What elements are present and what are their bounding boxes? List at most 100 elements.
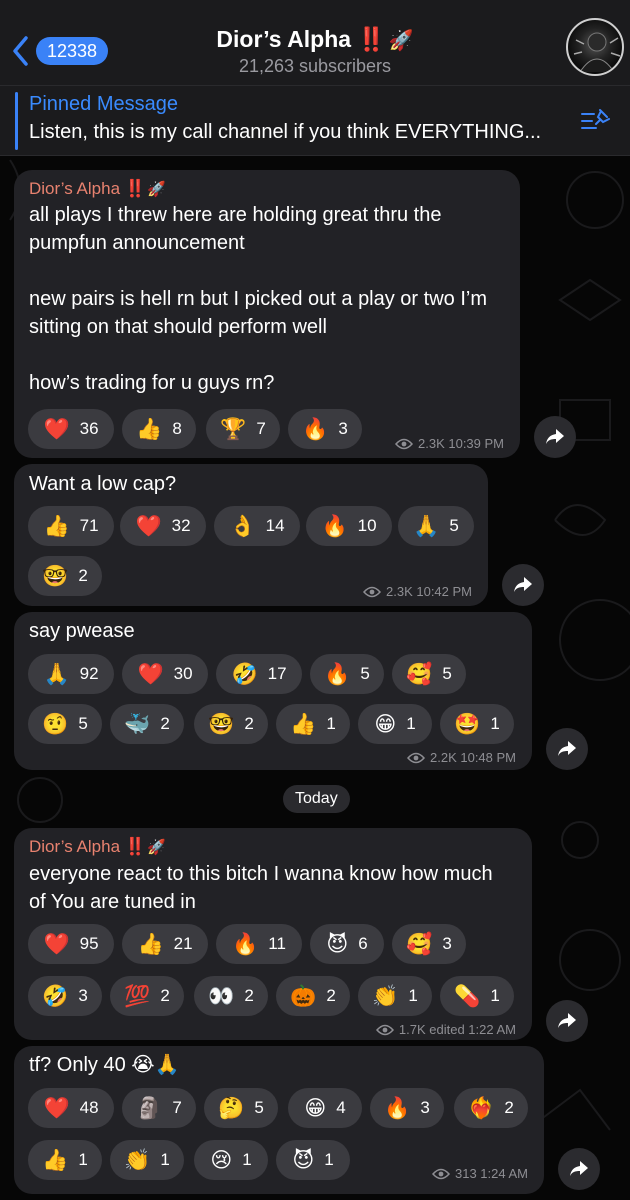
share-button[interactable] bbox=[502, 564, 544, 606]
reaction-count: 1 bbox=[490, 986, 500, 1005]
reaction-count: 5 bbox=[442, 664, 452, 683]
reaction-chip[interactable]: ❤️ 36 bbox=[28, 409, 114, 449]
reaction-chip[interactable]: 👏 1 bbox=[358, 976, 432, 1016]
reaction-chip[interactable]: 🐳 2 bbox=[110, 704, 184, 744]
reaction-chip[interactable]: 🙏 92 bbox=[28, 654, 114, 694]
thumbs-up-icon: 👍 bbox=[137, 931, 164, 956]
share-button[interactable] bbox=[558, 1148, 600, 1190]
chat-header: 12338 Dior’s Alpha ‼️ 🚀 21,263 subscribers bbox=[0, 0, 630, 86]
reaction-chip[interactable]: 🔥 3 bbox=[370, 1088, 444, 1128]
reaction-count: 3 bbox=[442, 934, 452, 953]
share-button[interactable] bbox=[546, 1000, 588, 1042]
reaction-chip[interactable]: 🙏 5 bbox=[398, 506, 474, 546]
rocket-icon: 🚀 bbox=[388, 30, 414, 52]
reaction-count: 32 bbox=[171, 516, 191, 535]
reaction-chip[interactable]: 👏 1 bbox=[110, 1140, 184, 1180]
reaction-count: 2 bbox=[244, 986, 254, 1005]
reaction-count: 71 bbox=[79, 516, 99, 535]
clap-icon: 👏 bbox=[124, 1147, 151, 1172]
pinned-message-bar[interactable]: Pinned Message Listen, this is my call c… bbox=[0, 86, 630, 156]
message-sender[interactable]: Dior’s Alpha ‼️ 🚀 bbox=[29, 179, 166, 199]
reaction-chip[interactable]: 👍 8 bbox=[122, 409, 196, 449]
reaction-chip[interactable]: 🤔 5 bbox=[204, 1088, 278, 1128]
reaction-chip[interactable]: ❤️ 48 bbox=[28, 1088, 114, 1128]
reaction-chip[interactable]: ❤️ 95 bbox=[28, 924, 114, 964]
thumbs-up-icon: 👍 bbox=[136, 416, 163, 441]
message-bubble[interactable]: Dior’s Alpha ‼️ 🚀 all plays I threw here … bbox=[14, 170, 520, 458]
reaction-count: 3 bbox=[420, 1098, 430, 1117]
smiling-hearts-icon: 🥰 bbox=[406, 931, 433, 956]
reaction-chip[interactable]: 🥰 5 bbox=[392, 654, 466, 694]
message-sender[interactable]: Dior’s Alpha ‼️ 🚀 bbox=[29, 837, 166, 857]
reaction-chip[interactable]: 👍 1 bbox=[276, 704, 350, 744]
nerd-face-icon: 🤓 bbox=[208, 711, 235, 736]
reaction-count: 3 bbox=[78, 986, 88, 1005]
fire-icon: 🔥 bbox=[384, 1095, 411, 1120]
share-button[interactable] bbox=[534, 416, 576, 458]
reaction-count: 5 bbox=[254, 1098, 264, 1117]
reaction-chip[interactable]: 🥰 3 bbox=[392, 924, 466, 964]
reaction-chip[interactable]: 🤣 17 bbox=[216, 654, 302, 694]
pinned-text: Listen, this is my call channel if you t… bbox=[29, 121, 542, 143]
reaction-chip[interactable]: 😈 6 bbox=[310, 924, 384, 964]
reaction-chip[interactable]: 😁 1 bbox=[358, 704, 432, 744]
reaction-count: 4 bbox=[336, 1098, 346, 1117]
reaction-chip[interactable]: 🎃 2 bbox=[276, 976, 350, 1016]
reaction-chip[interactable]: 👍 71 bbox=[28, 506, 114, 546]
subscriber-count: 21,263 subscribers bbox=[238, 56, 392, 76]
reaction-count: 92 bbox=[79, 664, 99, 683]
views-and-time: 2.3K 10:39 PM bbox=[418, 436, 504, 451]
share-button[interactable] bbox=[546, 728, 588, 770]
fire-icon: 🔥 bbox=[232, 931, 259, 956]
pinned-indicator bbox=[15, 92, 18, 150]
eyes-icon: 👀 bbox=[208, 983, 235, 1008]
rocket-icon: 🚀 bbox=[146, 181, 166, 198]
reaction-chip[interactable]: 🔥 10 bbox=[306, 506, 392, 546]
reaction-chip[interactable]: 🗿 7 bbox=[122, 1088, 196, 1128]
clap-icon: 👏 bbox=[372, 983, 399, 1008]
reaction-count: 2 bbox=[326, 986, 336, 1005]
pray-icon: 🙏 bbox=[413, 513, 440, 538]
reaction-count: 21 bbox=[173, 934, 193, 953]
reaction-chip[interactable]: 🔥 3 bbox=[288, 409, 362, 449]
reaction-chip[interactable]: 🤩 1 bbox=[440, 704, 514, 744]
reaction-count: 95 bbox=[79, 934, 99, 953]
message-bubble[interactable]: Dior’s Alpha ‼️ 🚀 everyone react to this … bbox=[14, 828, 532, 1040]
reaction-chip[interactable]: 🤣 3 bbox=[28, 976, 102, 1016]
pinned-label: Pinned Message bbox=[29, 93, 178, 115]
message-bubble[interactable]: say pwease 🙏 92 ❤️ 30 🤣 17 🔥 5 🥰 5 🤨 5 🐳 2 🤓 2 👍… bbox=[14, 612, 532, 770]
fire-icon: 🔥 bbox=[302, 416, 329, 441]
views-eye-icon bbox=[407, 752, 425, 763]
reaction-chip[interactable]: 👍 21 bbox=[122, 924, 208, 964]
reaction-chip[interactable]: 👀 2 bbox=[194, 976, 268, 1016]
share-arrow-icon bbox=[514, 577, 532, 592]
thinking-icon: 🤔 bbox=[218, 1095, 245, 1120]
reaction-chip[interactable]: 🏆 7 bbox=[206, 409, 280, 449]
rofl-icon: 🤣 bbox=[231, 661, 258, 686]
channel-info[interactable]: Dior’s Alpha ‼️ 🚀 21,263 subscribers bbox=[0, 26, 630, 77]
channel-name: Dior’s Alpha bbox=[216, 26, 352, 52]
reaction-chip[interactable]: 💯 2 bbox=[110, 976, 184, 1016]
reaction-chip[interactable]: 👍 1 bbox=[28, 1140, 102, 1180]
reaction-chip[interactable]: 🤨 5 bbox=[28, 704, 102, 744]
reaction-chip[interactable]: 🔥 11 bbox=[216, 924, 302, 964]
message-bubble[interactable]: tf? Only 40 😭🙏 ❤️ 48 🗿 7 🤔 5 😁 4 🔥 3 ❤️‍🔥 2 👍 1… bbox=[14, 1046, 544, 1194]
reaction-chip[interactable]: ❤️‍🔥 2 bbox=[454, 1088, 528, 1128]
reaction-chip[interactable]: 🤓 2 bbox=[28, 556, 102, 596]
reaction-chip[interactable]: 💊 1 bbox=[440, 976, 514, 1016]
reaction-chip[interactable]: ❤️ 30 bbox=[122, 654, 208, 694]
fire-icon: 🔥 bbox=[321, 513, 348, 538]
channel-avatar[interactable] bbox=[566, 18, 624, 76]
reaction-chip[interactable]: ❤️ 32 bbox=[120, 506, 206, 546]
reaction-chip[interactable]: 🤓 2 bbox=[194, 704, 268, 744]
reaction-chip[interactable]: 😁 4 bbox=[288, 1088, 362, 1128]
views-and-time: 2.2K 10:48 PM bbox=[430, 750, 516, 765]
reaction-chip[interactable]: 🔥 5 bbox=[310, 654, 384, 694]
reaction-chip[interactable]: 😈 1 bbox=[276, 1140, 350, 1180]
pinned-list-icon[interactable] bbox=[580, 106, 610, 136]
devil-icon: 😈 bbox=[292, 1147, 315, 1172]
reaction-chip[interactable]: 😢 1 bbox=[194, 1140, 268, 1180]
reaction-count: 11 bbox=[268, 934, 286, 953]
reaction-chip[interactable]: 👌 14 bbox=[214, 506, 300, 546]
message-bubble[interactable]: Want a low cap? 👍 71 ❤️ 32 👌 14 🔥 10 🙏 5 🤓 2 2… bbox=[14, 464, 488, 606]
